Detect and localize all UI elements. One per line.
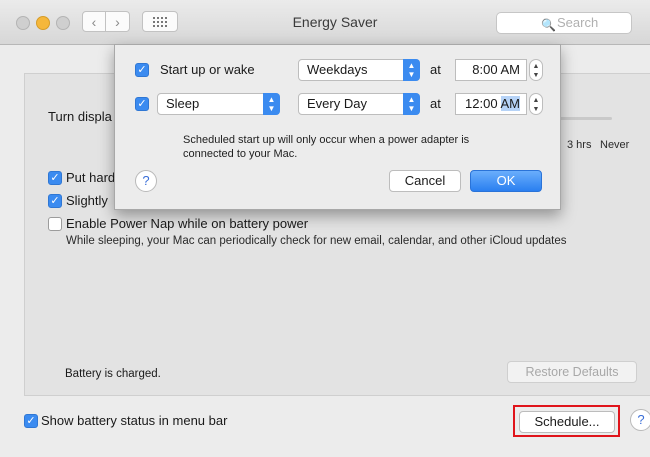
schedule-highlight-box: [513, 405, 620, 437]
sleep-action-value: Sleep: [166, 96, 200, 111]
dim-display-label: Slightly: [66, 193, 108, 208]
restore-defaults-button[interactable]: Restore Defaults: [507, 361, 637, 383]
show-battery-status-label: Show battery status in menu bar: [41, 413, 228, 428]
slider-tick-label: 3 hrs: [567, 139, 592, 151]
zoom-window-button[interactable]: [56, 16, 70, 30]
search-field[interactable]: 🔍 Search: [496, 12, 632, 34]
search-icon: 🔍: [541, 18, 556, 32]
sleep-time-hour[interactable]: 12:00: [465, 96, 498, 111]
power-nap-label: Enable Power Nap while on battery power: [66, 216, 309, 231]
power-nap-checkbox[interactable]: [48, 217, 62, 231]
startup-wake-checkbox[interactable]: ✓: [135, 63, 149, 77]
startup-day-value: Weekdays: [307, 62, 368, 77]
sleep-checkbox[interactable]: ✓: [135, 97, 149, 111]
sleep-time-stepper[interactable]: ▲ ▼: [529, 93, 543, 115]
startup-time-stepper[interactable]: ▲ ▼: [529, 59, 543, 81]
sleep-time-ampm-selected[interactable]: AM: [500, 96, 520, 111]
startup-day-popup[interactable]: Weekdays ▲ ▼: [298, 59, 420, 81]
chevron-left-icon: ‹: [91, 13, 97, 30]
dim-display-checkbox[interactable]: ✓: [48, 194, 62, 208]
display-sleep-slider[interactable]: [560, 117, 612, 120]
startup-wake-label: Start up or wake: [160, 62, 255, 77]
schedule-note: Scheduled start up will only occur when …: [183, 134, 470, 160]
sleep-day-popup[interactable]: Every Day ▲ ▼: [298, 93, 420, 115]
put-hard-disks-checkbox[interactable]: ✓: [48, 171, 62, 185]
close-window-button[interactable]: [16, 16, 30, 30]
updown-arrows-icon: ▲ ▼: [403, 59, 420, 81]
back-button[interactable]: ‹: [82, 11, 106, 32]
updown-arrows-icon: ▲ ▼: [263, 93, 280, 115]
power-nap-description: While sleeping, your Mac can periodicall…: [66, 235, 567, 247]
battery-status-text: Battery is charged.: [65, 368, 161, 380]
forward-button[interactable]: ›: [106, 11, 130, 32]
slider-tick-label: Never: [600, 139, 630, 151]
at-label: at: [430, 62, 441, 77]
cancel-button[interactable]: Cancel: [389, 170, 461, 192]
chevron-right-icon: ›: [115, 13, 120, 30]
show-all-button[interactable]: [142, 11, 178, 32]
energy-saver-window: ‹ › Energy Saver 🔍 Search Turn displa 3 …: [0, 0, 650, 457]
startup-time-value: 8:00 AM: [472, 62, 520, 77]
put-hard-disks-label: Put hard: [66, 170, 116, 185]
sleep-action-popup[interactable]: Sleep ▲ ▼: [157, 93, 280, 115]
sleep-time-field[interactable]: 12:00 AM: [455, 93, 527, 115]
updown-arrows-icon: ▲ ▼: [403, 93, 420, 115]
minimize-window-button[interactable]: [36, 16, 50, 30]
title-bar: ‹ › Energy Saver 🔍 Search: [0, 0, 650, 45]
window-title: Energy Saver: [292, 14, 378, 30]
grid-icon: [153, 16, 167, 27]
schedule-sheet: ✓ Start up or wake Weekdays ▲ ▼ at 8:00 A…: [114, 44, 561, 210]
ok-button[interactable]: OK: [470, 170, 542, 192]
turn-display-off-label: Turn displa: [48, 109, 112, 124]
show-battery-status-checkbox[interactable]: ✓: [24, 414, 38, 428]
startup-time-field[interactable]: 8:00 AM: [455, 59, 527, 81]
help-button[interactable]: ?: [630, 409, 650, 431]
dialog-help-button[interactable]: ?: [135, 170, 157, 192]
search-placeholder: Search: [557, 15, 599, 30]
at-label: at: [430, 96, 441, 111]
sleep-day-value: Every Day: [307, 96, 367, 111]
